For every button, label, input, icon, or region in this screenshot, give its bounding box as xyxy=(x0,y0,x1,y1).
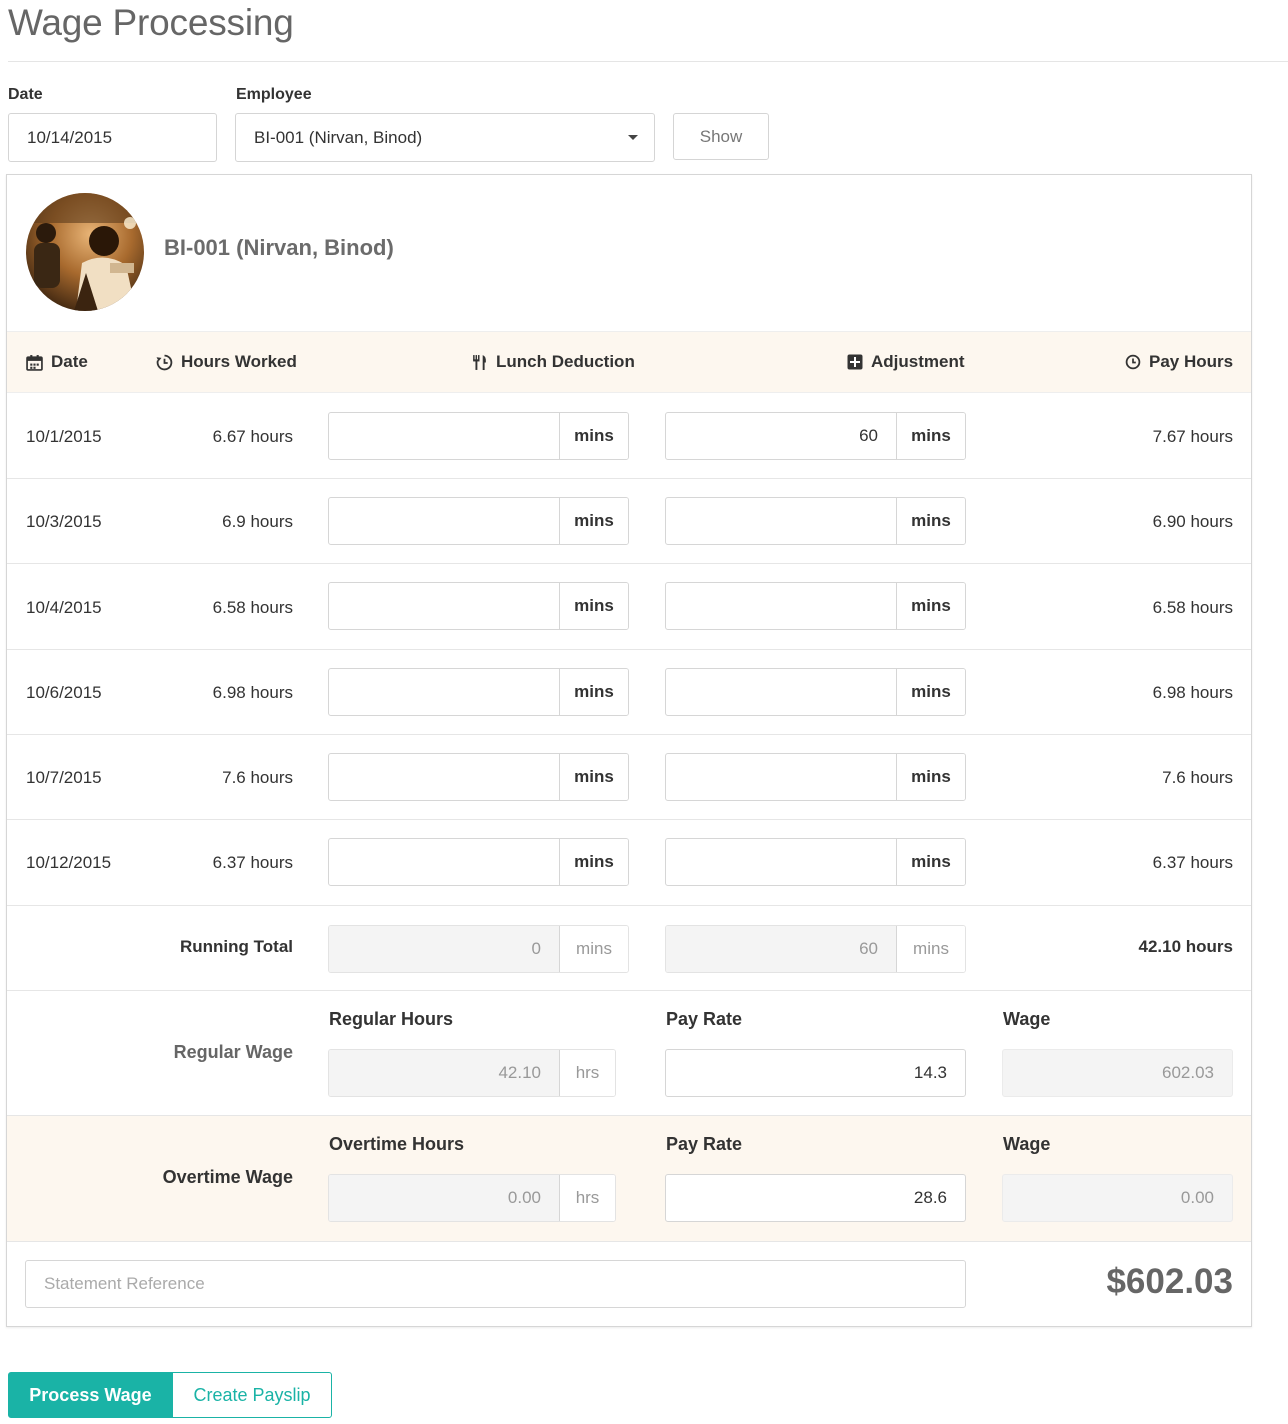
adjustment-input[interactable]: mins xyxy=(665,668,966,716)
adjustment-input[interactable]: 60 mins xyxy=(665,412,966,460)
employee-label: Employee xyxy=(236,86,312,103)
table-row: 10/6/2015 6.98 hours mins mins 6.98 hour… xyxy=(0,650,1288,735)
overtime-hours-field: 0.00 hrs xyxy=(328,1174,616,1222)
regular-wage-field: 602.03 xyxy=(1002,1049,1233,1097)
table-row: 10/1/2015 6.67 hours mins 60 mins 7.67 ho… xyxy=(0,393,1288,478)
regular-wage-col-label: Wage xyxy=(1003,1009,1051,1029)
row-hours-worked: 7.6 hours xyxy=(222,768,293,787)
overtime-wage-field: 0.00 xyxy=(1002,1174,1233,1222)
row-date: 10/4/2015 xyxy=(26,598,102,617)
adjustment-input[interactable]: mins xyxy=(665,497,966,545)
lunch-deduction-input[interactable]: mins xyxy=(328,838,629,886)
lunch-deduction-input[interactable]: mins xyxy=(328,497,629,545)
row-pay-hours: 6.98 hours xyxy=(1152,683,1233,702)
th-hours-worked: Hours Worked xyxy=(156,352,297,372)
pay-hours-total: 42.10 hours xyxy=(1138,937,1234,956)
adjustment-input[interactable]: mins xyxy=(665,582,966,630)
statement-reference-input[interactable]: Statement Reference xyxy=(25,1260,966,1308)
row-hours-worked: 6.37 hours xyxy=(212,853,293,872)
row-divider xyxy=(7,1241,1251,1242)
lunch-deduction-input[interactable]: mins xyxy=(328,668,629,716)
plus-square-icon xyxy=(847,354,863,370)
cutlery-icon xyxy=(473,354,486,370)
employee-name: BI-001 (Nirvan, Binod) xyxy=(164,235,394,260)
row-pay-hours: 7.67 hours xyxy=(1152,427,1233,446)
row-pay-hours: 7.6 hours xyxy=(1162,768,1233,787)
row-hours-worked: 6.9 hours xyxy=(222,512,293,531)
overtime-pay-rate-input[interactable]: 28.6 xyxy=(665,1174,966,1222)
regular-wage-label: Regular Wage xyxy=(173,1042,293,1062)
regular-pay-rate-input[interactable]: 14.3 xyxy=(665,1049,966,1097)
row-date: 10/1/2015 xyxy=(26,427,102,446)
title-divider xyxy=(8,61,1288,62)
row-hours-worked: 6.67 hours xyxy=(212,427,293,446)
show-button[interactable]: Show xyxy=(673,113,769,160)
row-hours-worked: 6.58 hours xyxy=(212,598,293,617)
overtime-hours-label: Overtime Hours xyxy=(329,1134,465,1154)
clock-icon xyxy=(1125,354,1141,370)
regular-pay-rate-label: Pay Rate xyxy=(666,1009,743,1029)
overtime-pay-rate-label: Pay Rate xyxy=(666,1134,743,1154)
adjustment-total-field: 60 mins xyxy=(665,925,966,973)
th-date: Date xyxy=(26,352,88,372)
regular-hours-label: Regular Hours xyxy=(329,1009,454,1029)
row-date: 10/6/2015 xyxy=(26,683,102,702)
employee-select-value: BI-001 (Nirvan, Binod) xyxy=(254,127,423,147)
table-row: 10/7/2015 7.6 hours mins mins 7.6 hours xyxy=(0,735,1288,820)
total-amount: $602.03 xyxy=(1106,1262,1233,1301)
running-total-row: Running Total 0 mins 60 mins 42.10 hours xyxy=(0,906,1288,991)
row-divider xyxy=(7,990,1251,991)
row-pay-hours: 6.90 hours xyxy=(1152,512,1233,531)
clock-history-icon xyxy=(156,354,173,370)
overtime-wage-label: Overtime Wage xyxy=(162,1167,293,1187)
date-value: 10/14/2015 xyxy=(27,127,113,147)
lunch-deduction-input[interactable]: mins xyxy=(328,582,629,630)
chevron-down-icon xyxy=(628,135,638,140)
table-row: 10/3/2015 6.9 hours mins mins 6.90 hours xyxy=(0,479,1288,564)
row-pay-hours: 6.37 hours xyxy=(1152,853,1233,872)
avatar xyxy=(26,193,144,311)
overtime-wage-col-label: Wage xyxy=(1003,1134,1051,1154)
adjustment-input[interactable]: mins xyxy=(665,753,966,801)
row-date: 10/12/2015 xyxy=(26,853,112,872)
process-wage-button[interactable]: Process Wage xyxy=(8,1372,173,1418)
row-date: 10/7/2015 xyxy=(26,768,102,787)
lunch-total-field: 0 mins xyxy=(328,925,629,973)
th-adjustment: Adjustment xyxy=(847,352,965,372)
row-hours-worked: 6.98 hours xyxy=(212,683,293,702)
lunch-deduction-input[interactable]: mins xyxy=(328,753,629,801)
page-title: Wage Processing xyxy=(8,2,294,43)
th-pay-hours: Pay Hours xyxy=(1125,352,1233,372)
regular-hours-field: 42.10 hrs xyxy=(328,1049,616,1097)
row-date: 10/3/2015 xyxy=(26,512,102,531)
lunch-deduction-input[interactable]: mins xyxy=(328,412,629,460)
date-input[interactable]: 10/14/2015 xyxy=(8,113,217,162)
th-lunch-deduction: Lunch Deduction xyxy=(471,352,635,372)
row-pay-hours: 6.58 hours xyxy=(1152,598,1233,617)
table-row: 10/4/2015 6.58 hours mins mins 6.58 hour… xyxy=(0,564,1288,649)
employee-select[interactable]: BI-001 (Nirvan, Binod) xyxy=(235,113,655,162)
calendar-icon xyxy=(26,354,43,371)
date-label: Date xyxy=(8,86,43,103)
running-total-label: Running Total xyxy=(180,937,293,956)
create-payslip-button[interactable]: Create Payslip xyxy=(172,1372,332,1418)
table-row: 10/12/2015 6.37 hours mins mins 6.37 hou… xyxy=(0,820,1288,905)
adjustment-input[interactable]: mins xyxy=(665,838,966,886)
